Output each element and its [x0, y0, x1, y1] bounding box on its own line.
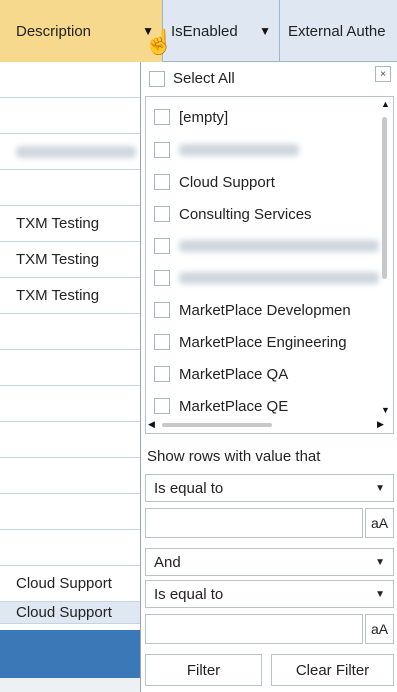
filter-popup: Select All × [empty] Cloud Support Consu… [140, 62, 397, 692]
close-icon[interactable]: × [375, 66, 391, 82]
grid-body: TXM Testing TXM Testing TXM Testing Clou… [0, 62, 140, 624]
filter-button[interactable]: Filter [145, 654, 262, 686]
selected-row[interactable] [0, 630, 140, 678]
chevron-down-icon: ▼ [375, 556, 385, 568]
table-row[interactable] [0, 530, 140, 566]
table-row[interactable]: TXM Testing [0, 278, 140, 314]
scroll-thumb[interactable] [382, 117, 387, 279]
table-row[interactable] [0, 62, 140, 98]
list-item[interactable]: MarketPlace QE [154, 391, 288, 421]
table-row[interactable] [0, 314, 140, 350]
table-row[interactable] [0, 134, 140, 170]
cell-description: TXM Testing [16, 215, 100, 232]
operator-dropdown-1[interactable]: Is equal to ▼ [145, 474, 394, 502]
table-row[interactable] [0, 422, 140, 458]
column-header-external-auth-label: External Authe [288, 22, 386, 40]
table-row[interactable]: Cloud Support [0, 602, 140, 624]
value-checkbox[interactable] [154, 334, 170, 350]
cell-description: Cloud Support [16, 575, 112, 592]
filter-value-input-2[interactable] [145, 614, 363, 644]
list-item[interactable]: [empty] [154, 102, 228, 132]
filter-value-input-1[interactable] [145, 508, 363, 538]
value-label: MarketPlace QE [179, 397, 289, 415]
show-rows-label: Show rows with value that [147, 448, 321, 465]
select-all-checkbox[interactable] [149, 70, 165, 87]
scroll-up-icon[interactable]: ▲ [381, 99, 390, 109]
list-item[interactable]: MarketPlace Engineering [154, 327, 347, 357]
select-all-label: Select All [173, 70, 235, 87]
cell-description: TXM Testing [16, 251, 100, 268]
list-item[interactable]: MarketPlace QA [154, 359, 288, 389]
column-header-isenabled[interactable]: IsEnabled ▼ [163, 0, 280, 62]
value-checkbox[interactable] [154, 366, 170, 382]
table-row[interactable] [0, 386, 140, 422]
table-row[interactable]: TXM Testing [0, 206, 140, 242]
value-label: Cloud Support [179, 173, 275, 191]
value-label: MarketPlace Developmen [179, 301, 351, 319]
table-row[interactable] [0, 458, 140, 494]
redacted-text [179, 272, 379, 284]
value-checkbox[interactable] [154, 302, 170, 318]
clear-filter-button[interactable]: Clear Filter [271, 654, 394, 686]
value-checkbox[interactable] [154, 238, 170, 254]
table-row[interactable]: TXM Testing [0, 242, 140, 278]
value-checkbox[interactable] [154, 206, 170, 222]
redacted-text [179, 144, 299, 156]
value-label: [empty] [179, 108, 229, 126]
value-checkbox[interactable] [154, 109, 170, 125]
value-label: Consulting Services [179, 205, 312, 223]
hand-pointer-icon: ☝ [144, 29, 174, 56]
operator-dropdown-2-value: Is equal to [154, 585, 224, 603]
match-case-button-1[interactable]: aA [365, 508, 394, 538]
redacted-text [179, 240, 379, 252]
vertical-scrollbar[interactable]: ▲ ▼ [378, 99, 392, 417]
column-header-external-auth[interactable]: External Authe [280, 0, 397, 62]
operator-dropdown-2[interactable]: Is equal to ▼ [145, 580, 394, 608]
table-row[interactable]: Cloud Support [0, 566, 140, 602]
cell-description: TXM Testing [16, 287, 100, 304]
redacted-text [16, 145, 136, 158]
table-row[interactable] [0, 98, 140, 134]
chevron-down-icon: ▼ [375, 482, 385, 494]
scroll-thumb[interactable] [162, 423, 272, 427]
table-row[interactable] [0, 350, 140, 386]
operator-dropdown-1-value: Is equal to [154, 479, 224, 497]
table-row[interactable] [0, 494, 140, 530]
select-all-option[interactable]: Select All [149, 70, 235, 87]
logic-dropdown[interactable]: And ▼ [145, 548, 394, 576]
column-header-description-label: Description [16, 22, 92, 40]
cell-description: Cloud Support [16, 604, 112, 621]
value-checkbox[interactable] [154, 270, 170, 286]
list-item[interactable] [154, 231, 379, 261]
list-item[interactable]: MarketPlace Developmen [154, 295, 351, 325]
value-label: MarketPlace QA [179, 365, 289, 383]
list-item[interactable] [154, 263, 379, 293]
filter-funnel-icon[interactable]: ▼ [259, 24, 271, 38]
distinct-values-list[interactable]: [empty] Cloud Support Consulting Service… [145, 96, 394, 434]
horizontal-scrollbar[interactable]: ◀ ▶ [148, 418, 392, 432]
column-header-description[interactable]: Description ▼ [0, 0, 163, 62]
list-item[interactable]: Cloud Support [154, 167, 275, 197]
grid-header: Description ▼ IsEnabled ▼ External Authe [0, 0, 397, 62]
scroll-down-icon[interactable]: ▼ [381, 405, 390, 415]
table-row[interactable] [0, 170, 140, 206]
value-checkbox[interactable] [154, 398, 170, 414]
list-item[interactable]: Consulting Services [154, 199, 312, 229]
scroll-left-icon[interactable]: ◀ [148, 419, 155, 430]
match-case-button-2[interactable]: aA [365, 614, 394, 644]
list-item[interactable] [154, 135, 299, 165]
value-label: MarketPlace Engineering [179, 333, 347, 351]
value-checkbox[interactable] [154, 142, 170, 158]
value-checkbox[interactable] [154, 174, 170, 190]
grid-footer [0, 678, 140, 692]
chevron-down-icon: ▼ [375, 588, 385, 600]
scroll-right-icon[interactable]: ▶ [377, 419, 384, 430]
logic-dropdown-value: And [154, 553, 181, 571]
column-header-isenabled-label: IsEnabled [171, 22, 238, 40]
